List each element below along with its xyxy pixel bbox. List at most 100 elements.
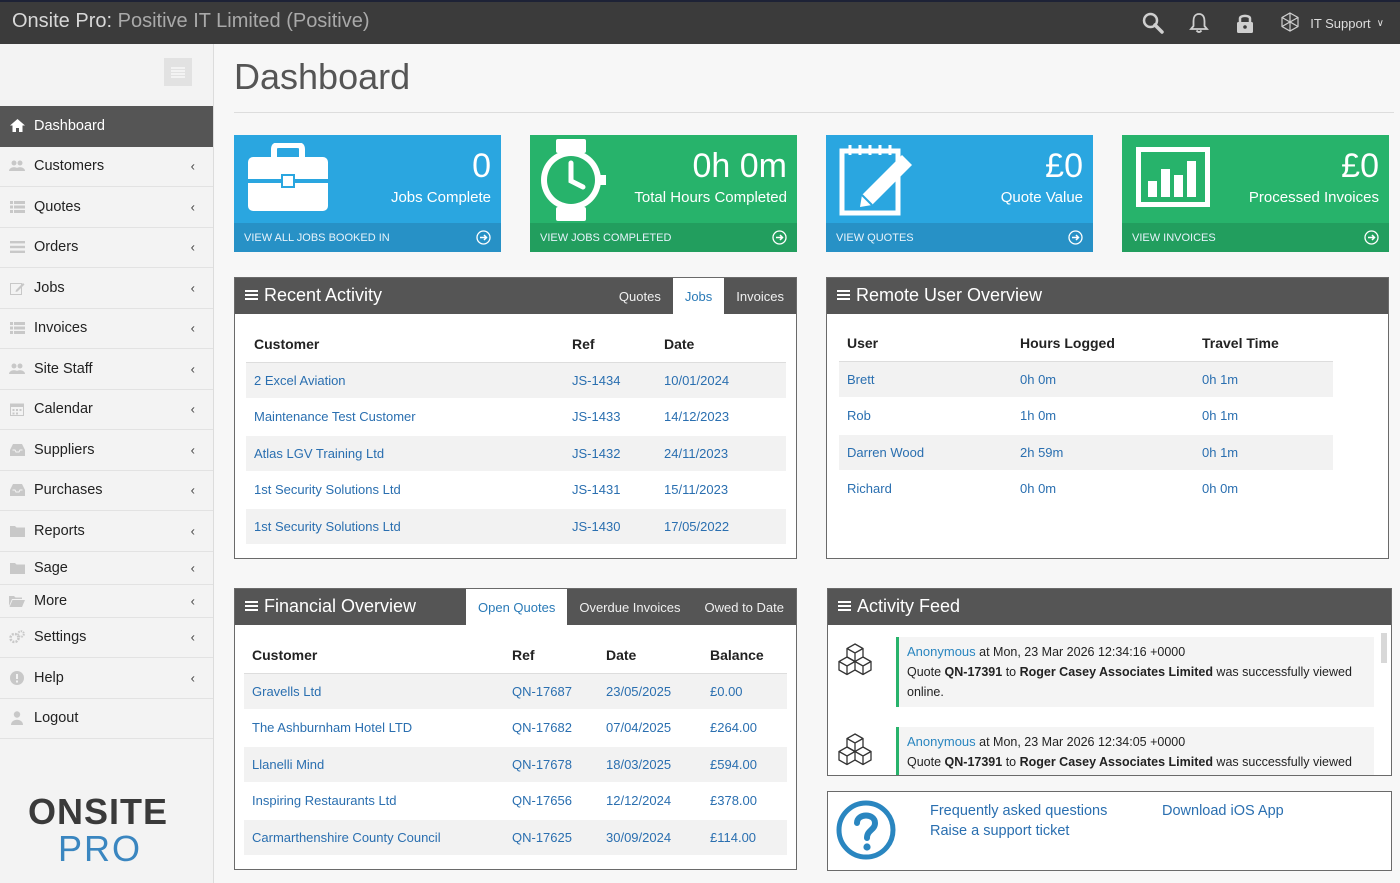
ref-link[interactable]: JS-1430 — [564, 508, 656, 545]
feed-customer: Roger Casey Associates Limited — [1019, 755, 1213, 769]
sidebar-item-quotes[interactable]: Quotes ‹ — [0, 187, 213, 228]
sidebar-nav: Dashboard Customers ‹ Quotes ‹ Orders ‹ … — [0, 106, 213, 739]
tab-invoices[interactable]: Invoices — [724, 278, 796, 314]
sidebar-item-reports[interactable]: Reports ‹ — [0, 511, 213, 552]
table-row: The Ashburnham Hotel LTD QN-17682 07/04/… — [244, 709, 787, 747]
ref-link[interactable]: JS-1433 — [564, 398, 656, 436]
financial-overview-panel: Financial Overview Open Quotes Overdue I… — [234, 588, 797, 870]
customer-link[interactable]: Atlas LGV Training Ltd — [246, 435, 564, 472]
sidebar-item-dashboard[interactable]: Dashboard — [0, 106, 213, 147]
sidebar-item-help[interactable]: Help ‹ — [0, 658, 213, 699]
chevron-left-icon: ‹ — [190, 593, 195, 608]
arrow-circle-right-icon — [1068, 230, 1083, 248]
sidebar-item-purchases[interactable]: Purchases ‹ — [0, 471, 213, 511]
ref-link[interactable]: QN-17687 — [504, 673, 598, 710]
customer-link[interactable]: Maintenance Test Customer — [246, 398, 564, 436]
chevron-left-icon: ‹ — [190, 361, 195, 377]
tile-footer-link[interactable]: VIEW JOBS COMPLETED — [530, 223, 797, 252]
ref-link[interactable]: QN-17682 — [504, 709, 598, 747]
feed-author-link[interactable]: Anonymous — [907, 734, 976, 749]
tile-quote-value[interactable]: £0 Quote Value VIEW QUOTES — [826, 135, 1093, 252]
tile-value: £0 — [1341, 147, 1379, 185]
support-ticket-link[interactable]: Raise a support ticket — [930, 823, 1069, 839]
info-icon — [9, 670, 25, 685]
tab-quotes[interactable]: Quotes — [607, 278, 673, 314]
user-link[interactable]: Brett — [839, 361, 1012, 398]
sidebar-item-jobs[interactable]: Jobs ‹ — [0, 268, 213, 309]
tile-footer-link[interactable]: VIEW INVOICES — [1122, 223, 1389, 252]
search-icon[interactable] — [1130, 2, 1176, 44]
tile-footer-link[interactable]: VIEW QUOTES — [826, 223, 1093, 252]
feed-text: to — [1002, 665, 1020, 679]
tab-overdue-invoices[interactable]: Overdue Invoices — [567, 589, 692, 625]
cube-avatar-icon — [836, 733, 874, 772]
activity-feed-panel: Activity Feed Anonymous at Mon, 23 Mar 2… — [827, 588, 1392, 776]
sidebar-item-orders[interactable]: Orders ‹ — [0, 228, 213, 268]
sidebar-item-label: Sage — [34, 559, 68, 576]
customer-link[interactable]: Gravells Ltd — [244, 673, 504, 710]
sidebar-item-label: Purchases — [34, 482, 103, 499]
sidebar-item-label: Jobs — [34, 279, 65, 296]
ref-link[interactable]: QN-17656 — [504, 782, 598, 820]
briefcase-icon — [246, 142, 330, 218]
ref-link[interactable]: QN-17625 — [504, 819, 598, 856]
sidebar-item-invoices[interactable]: Invoices ‹ — [0, 309, 213, 349]
date-cell: 15/11/2023 — [656, 471, 786, 509]
feed-message: Anonymous at Mon, 23 Mar 2026 12:34:16 +… — [896, 637, 1374, 707]
panel-title: Remote User Overview — [856, 285, 1043, 305]
user-link[interactable]: Darren Wood — [839, 434, 1012, 471]
remote-user-overview-panel: Remote User Overview User Hours Logged T… — [826, 277, 1389, 559]
sidebar-item-sage[interactable]: Sage ‹ — [0, 552, 213, 585]
tab-owed-to-date[interactable]: Owed to Date — [693, 589, 797, 625]
lock-icon[interactable] — [1222, 2, 1268, 44]
menu-toggle-button[interactable] — [164, 58, 192, 86]
sidebar-item-calendar[interactable]: Calendar ‹ — [0, 390, 213, 430]
customer-link[interactable]: The Ashburnham Hotel LTD — [244, 709, 504, 747]
ref-link[interactable]: JS-1432 — [564, 435, 656, 472]
tile-value: £0 — [1045, 147, 1083, 185]
sidebar-item-site-staff[interactable]: Site Staff ‹ — [0, 349, 213, 390]
feed-author-link[interactable]: Anonymous — [907, 644, 976, 659]
chevron-left-icon: ‹ — [190, 158, 195, 174]
feed-scrollbar[interactable] — [1381, 633, 1387, 663]
sidebar-item-more[interactable]: More ‹ — [0, 585, 213, 618]
customer-link[interactable]: 2 Excel Aviation — [246, 362, 564, 399]
faq-link[interactable]: Frequently asked questions — [930, 803, 1107, 819]
table-row: Carmarthenshire County Council QN-17625 … — [244, 819, 787, 856]
tab-jobs[interactable]: Jobs — [672, 278, 725, 314]
customer-link[interactable]: 1st Security Solutions Ltd — [246, 508, 564, 545]
customer-link[interactable]: Inspiring Restaurants Ltd — [244, 782, 504, 820]
clock-icon — [536, 139, 606, 226]
tile-footer-label: VIEW INVOICES — [1132, 231, 1216, 244]
tab-open-quotes[interactable]: Open Quotes — [466, 589, 568, 625]
download-ios-app-link[interactable]: Download iOS App — [1162, 803, 1284, 819]
tile-total-hours[interactable]: 0h 0m Total Hours Completed VIEW JOBS CO… — [530, 135, 797, 252]
user-link[interactable]: Richard — [839, 470, 1012, 508]
inbox-icon — [9, 443, 25, 457]
bell-icon[interactable] — [1176, 2, 1222, 44]
top-bar: Onsite Pro: Positive IT Limited (Positiv… — [0, 0, 1400, 44]
sidebar-item-label: More — [34, 592, 68, 609]
sidebar-item-customers[interactable]: Customers ‹ — [0, 147, 213, 187]
user-menu[interactable]: IT Support ∨ — [1268, 2, 1400, 44]
balance-cell: £594.00 — [702, 746, 787, 783]
tile-processed-invoices[interactable]: £0 Processed Invoices VIEW INVOICES — [1122, 135, 1389, 252]
ref-link[interactable]: JS-1431 — [564, 471, 656, 509]
ref-link[interactable]: QN-17678 — [504, 746, 598, 783]
tile-footer-link[interactable]: VIEW ALL JOBS BOOKED IN — [234, 223, 501, 252]
customer-link[interactable]: Carmarthenshire County Council — [244, 819, 504, 856]
sidebar-item-suppliers[interactable]: Suppliers ‹ — [0, 430, 213, 471]
sidebar-item-label: Invoices — [34, 320, 88, 337]
column-header: User — [839, 325, 1012, 362]
tile-jobs-complete[interactable]: 0 Jobs Complete VIEW ALL JOBS BOOKED IN — [234, 135, 501, 252]
travel-cell: 0h 0m — [1194, 470, 1333, 508]
table-row: Gravells Ltd QN-17687 23/05/2025 £0.00 — [244, 673, 787, 710]
sidebar-item-logout[interactable]: Logout — [0, 699, 213, 739]
customer-link[interactable]: 1st Security Solutions Ltd — [246, 471, 564, 509]
ref-link[interactable]: JS-1434 — [564, 362, 656, 399]
sidebar-item-settings[interactable]: Settings ‹ — [0, 618, 213, 658]
customer-link[interactable]: Llanelli Mind — [244, 746, 504, 783]
table-row: 1st Security Solutions Ltd JS-1431 15/11… — [246, 471, 786, 509]
table-row: 2 Excel Aviation JS-1434 10/01/2024 — [246, 362, 786, 399]
user-link[interactable]: Rob — [839, 397, 1012, 435]
